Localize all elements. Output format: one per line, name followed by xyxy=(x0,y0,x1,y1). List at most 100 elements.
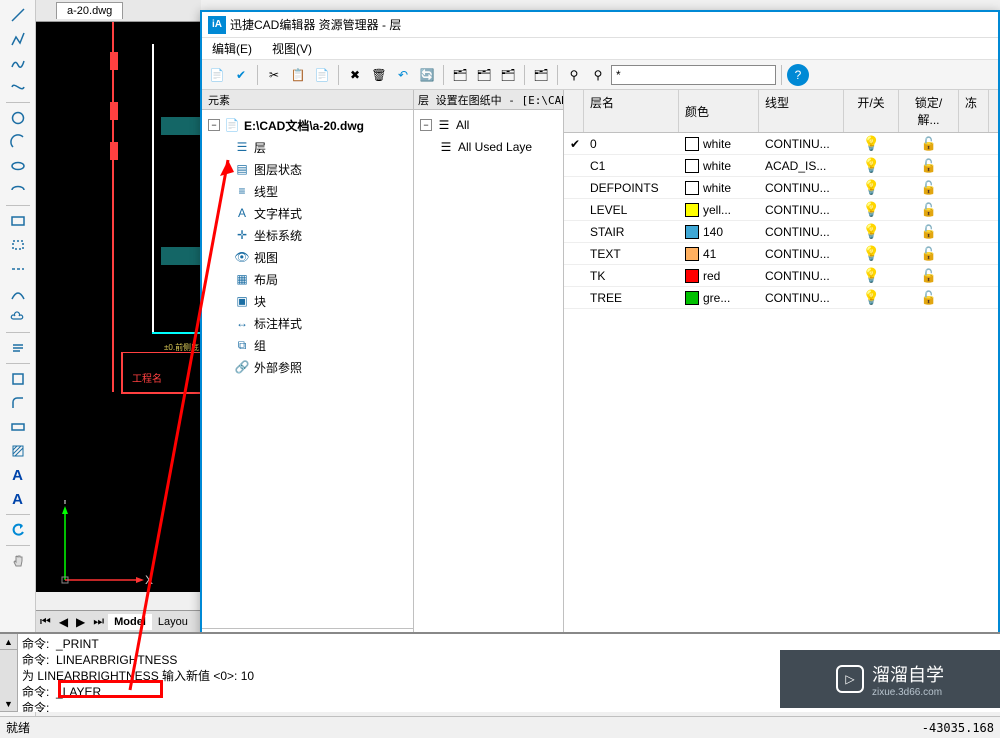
tool-pan-icon[interactable] xyxy=(6,550,30,572)
layer-row[interactable]: STAIR140CONTINU...💡🔓 xyxy=(564,221,998,243)
layer-on-toggle[interactable]: 💡 xyxy=(844,265,899,286)
paste-icon[interactable]: 📄 xyxy=(311,64,333,86)
layer-row[interactable]: DEFPOINTSwhiteCONTINU...💡🔓 xyxy=(564,177,998,199)
layer-on-toggle[interactable]: 💡 xyxy=(844,199,899,220)
layer-on-toggle[interactable]: 💡 xyxy=(844,133,899,154)
layer-color[interactable]: 41 xyxy=(679,245,759,263)
tool-text-multiline-icon[interactable] xyxy=(6,337,30,359)
tool-polyline-icon[interactable] xyxy=(6,28,30,50)
tree-item[interactable]: ☰层 xyxy=(204,136,411,158)
layer-on-toggle[interactable]: 💡 xyxy=(844,221,899,242)
tool-spline-icon[interactable] xyxy=(6,76,30,98)
tree-all-used[interactable]: ☰ All Used Laye xyxy=(416,136,561,158)
filter2-icon[interactable]: ⚲ xyxy=(587,64,609,86)
layer-linetype[interactable]: CONTINU... xyxy=(759,223,844,241)
tree-item[interactable]: ▣块 xyxy=(204,290,411,312)
tree-item[interactable]: ⧉组 xyxy=(204,334,411,356)
help-icon[interactable]: ? xyxy=(787,64,809,86)
rm-titlebar[interactable]: iA 迅捷CAD编辑器 资源管理器 - 层 xyxy=(202,12,998,38)
tree-all[interactable]: − ☰ All xyxy=(416,114,561,136)
col-linetype[interactable]: 线型 xyxy=(759,90,844,132)
tool-dashline-icon[interactable] xyxy=(6,258,30,280)
layer-on-toggle[interactable]: 💡 xyxy=(844,243,899,264)
tab-layout[interactable]: Layou xyxy=(152,614,194,630)
layer-row[interactable]: TREEgre...CONTINU...💡🔓 xyxy=(564,287,998,309)
tool-undo-icon[interactable] xyxy=(6,519,30,541)
layer-tool2-icon[interactable]: 🗂 xyxy=(473,64,495,86)
collapse-icon[interactable]: − xyxy=(420,119,432,131)
tool-rect3-icon[interactable] xyxy=(6,416,30,438)
search-input[interactable] xyxy=(611,65,776,85)
tool-circle-icon[interactable] xyxy=(6,107,30,129)
layer-color[interactable]: gre... xyxy=(679,289,759,307)
tool-curve-icon[interactable] xyxy=(6,282,30,304)
tool-cloud-icon[interactable] xyxy=(6,306,30,328)
layer-row[interactable]: ✔0whiteCONTINU...💡🔓 xyxy=(564,133,998,155)
tool-hatch-icon[interactable] xyxy=(6,440,30,462)
layer-tool3-icon[interactable]: 🗂 xyxy=(497,64,519,86)
tool-rect-icon[interactable] xyxy=(6,210,30,232)
refresh-icon[interactable]: 🔄 xyxy=(416,64,438,86)
delete-icon[interactable]: ✖ xyxy=(344,64,366,86)
layer-on-toggle[interactable]: 💡 xyxy=(844,155,899,176)
tree-item[interactable]: ↔标注样式 xyxy=(204,312,411,334)
tool-polygon-icon[interactable] xyxy=(6,234,30,256)
layer-tool1-icon[interactable]: 🗂 xyxy=(449,64,471,86)
layer-linetype[interactable]: CONTINU... xyxy=(759,201,844,219)
tab-nav-first-icon[interactable]: ⏮ xyxy=(36,614,55,629)
cad-canvas[interactable]: 工程名 ±0.前侧底 xyxy=(36,22,201,592)
cmd-scroll-down-icon[interactable]: ▼ xyxy=(0,696,17,712)
tool-rect2-icon[interactable] xyxy=(6,368,30,390)
purge-icon[interactable]: 🗑 xyxy=(368,64,390,86)
layer-lock-toggle[interactable]: 🔓 xyxy=(899,244,959,264)
cut-icon[interactable]: ✂ xyxy=(263,64,285,86)
filter1-icon[interactable]: ⚲ xyxy=(563,64,585,86)
layer-linetype[interactable]: ACAD_IS... xyxy=(759,157,844,175)
layer-lock-toggle[interactable]: 🔓 xyxy=(899,200,959,220)
col-lock[interactable]: 锁定/解... xyxy=(899,90,959,132)
tool-ellipse-icon[interactable] xyxy=(6,155,30,177)
col-color[interactable]: 颜色 xyxy=(679,90,759,132)
tab-nav-last-icon[interactable]: ⏭ xyxy=(89,614,108,629)
col-layer-name[interactable]: 层名 xyxy=(584,90,679,132)
tool-arc-icon[interactable] xyxy=(6,131,30,153)
tree-item[interactable]: 👁视图 xyxy=(204,246,411,268)
layer-row[interactable]: LEVELyell...CONTINU...💡🔓 xyxy=(564,199,998,221)
layer-row[interactable]: TEXT41CONTINU...💡🔓 xyxy=(564,243,998,265)
layer-color[interactable]: white xyxy=(679,135,759,153)
layer-lock-toggle[interactable]: 🔓 xyxy=(899,134,959,154)
tab-model[interactable]: Model xyxy=(108,614,152,630)
tree-item[interactable]: ▦布局 xyxy=(204,268,411,290)
tool-line-icon[interactable] xyxy=(6,4,30,26)
tool-freehand-icon[interactable] xyxy=(6,52,30,74)
check-icon[interactable]: ✔ xyxy=(230,64,252,86)
copy-icon[interactable]: 📋 xyxy=(287,64,309,86)
tree-item[interactable]: ✛坐标系统 xyxy=(204,224,411,246)
layer-lock-toggle[interactable]: 🔓 xyxy=(899,222,959,242)
collapse-icon[interactable]: − xyxy=(208,119,220,131)
layer-color[interactable]: 140 xyxy=(679,223,759,241)
tool-text-A-icon[interactable]: A xyxy=(6,464,30,486)
layer-color[interactable]: yell... xyxy=(679,201,759,219)
layer-on-toggle[interactable]: 💡 xyxy=(844,287,899,308)
layer-linetype[interactable]: CONTINU... xyxy=(759,245,844,263)
tool-text-A2-icon[interactable]: A xyxy=(6,488,30,510)
layer-tool4-icon[interactable]: 🗂 xyxy=(530,64,552,86)
tree-item[interactable]: A文字样式 xyxy=(204,202,411,224)
cad-file-tab[interactable]: a-20.dwg xyxy=(56,2,123,19)
layer-row[interactable]: TKredCONTINU...💡🔓 xyxy=(564,265,998,287)
tree-item[interactable]: 🔗外部参照 xyxy=(204,356,411,378)
layer-lock-toggle[interactable]: 🔓 xyxy=(899,288,959,308)
tool-ellipse-arc-icon[interactable] xyxy=(6,179,30,201)
layer-row[interactable]: C1whiteACAD_IS...💡🔓 xyxy=(564,155,998,177)
layer-linetype[interactable]: CONTINU... xyxy=(759,135,844,153)
col-freeze[interactable]: 冻 xyxy=(959,90,989,132)
new-icon[interactable]: 📄 xyxy=(206,64,228,86)
layer-linetype[interactable]: CONTINU... xyxy=(759,267,844,285)
cmd-scroll-up-icon[interactable]: ▲ xyxy=(0,634,17,650)
col-onoff[interactable]: 开/关 xyxy=(844,90,899,132)
layer-color[interactable]: white xyxy=(679,179,759,197)
tool-fillet-icon[interactable] xyxy=(6,392,30,414)
tab-nav-next-icon[interactable]: ▶ xyxy=(72,615,89,629)
tab-nav-prev-icon[interactable]: ◀ xyxy=(55,615,72,629)
